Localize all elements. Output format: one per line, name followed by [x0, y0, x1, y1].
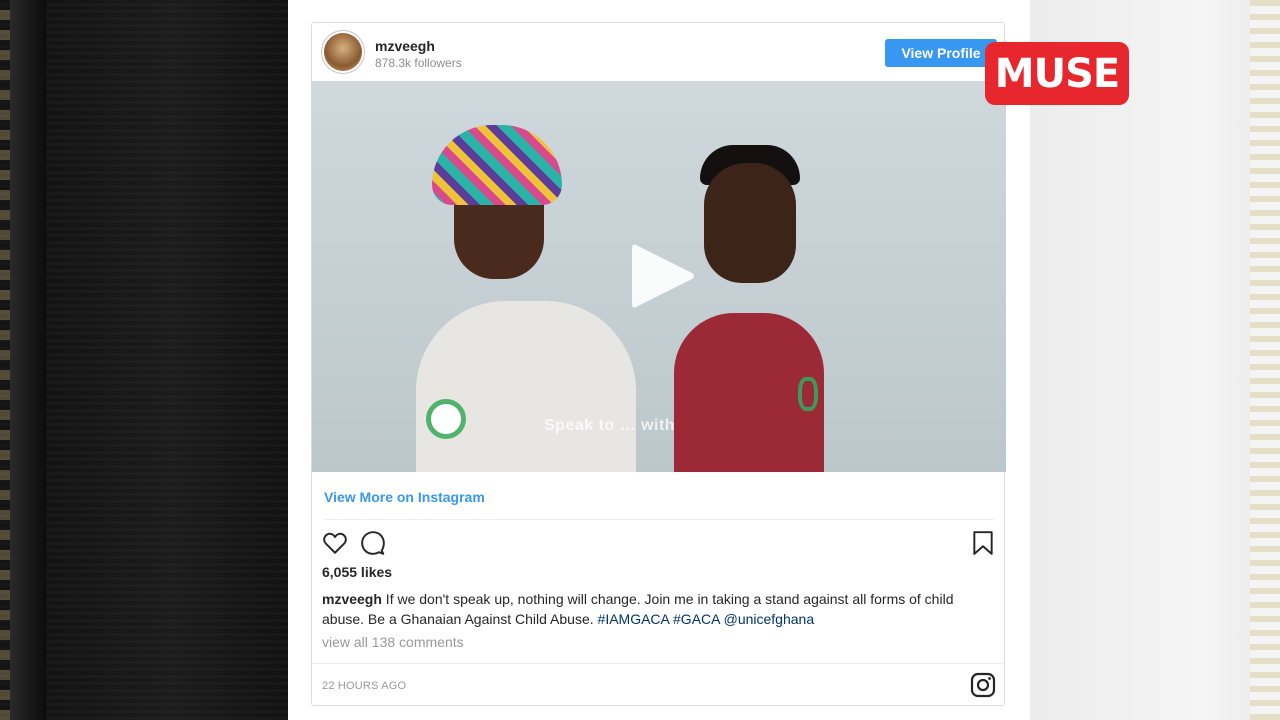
- mention-link[interactable]: @unicefghana: [724, 611, 815, 627]
- comment-icon[interactable]: [360, 530, 386, 556]
- caption: mzveegh If we don't speak up, nothing wi…: [322, 589, 994, 629]
- divider: [324, 519, 994, 520]
- hashtag-link[interactable]: #IAMGACA: [598, 611, 670, 627]
- play-icon[interactable]: [628, 239, 698, 313]
- like-count: 6,055 likes: [322, 564, 393, 580]
- instagram-icon[interactable]: [970, 672, 996, 698]
- video-shirt-logo: [426, 399, 466, 439]
- post-header: mzveegh 878.3k followers View Profile: [312, 23, 1004, 81]
- video-player[interactable]: Speak to … with: [312, 81, 1006, 472]
- view-comments-link[interactable]: view all 138 comments: [322, 634, 464, 650]
- heart-icon[interactable]: [322, 530, 348, 556]
- caption-username[interactable]: mzveegh: [322, 591, 382, 607]
- username[interactable]: mzveegh: [375, 38, 435, 54]
- action-bar: [312, 526, 1004, 560]
- left-background: [0, 0, 288, 720]
- view-profile-button[interactable]: View Profile: [885, 39, 997, 67]
- video-person-left: [416, 301, 636, 472]
- video-subtitle: Speak to … with: [544, 417, 676, 434]
- bookmark-icon[interactable]: [972, 530, 994, 556]
- view-more-link[interactable]: View More on Instagram: [324, 489, 485, 505]
- instagram-embed: mzveegh 878.3k followers View Profile Sp…: [311, 22, 1006, 706]
- hashtag-link[interactable]: #GACA: [673, 611, 720, 627]
- follower-count: 878.3k followers: [375, 56, 462, 70]
- post-timestamp: 22 HOURS AGO: [322, 680, 407, 692]
- divider: [312, 663, 1004, 664]
- right-background: [1030, 0, 1280, 720]
- video-person-right-head: [704, 163, 796, 283]
- avatar[interactable]: [324, 33, 362, 71]
- video-headwrap: [432, 125, 562, 205]
- video-shirt-logo-right: [798, 377, 818, 411]
- muse-logo: MUSE: [985, 42, 1129, 105]
